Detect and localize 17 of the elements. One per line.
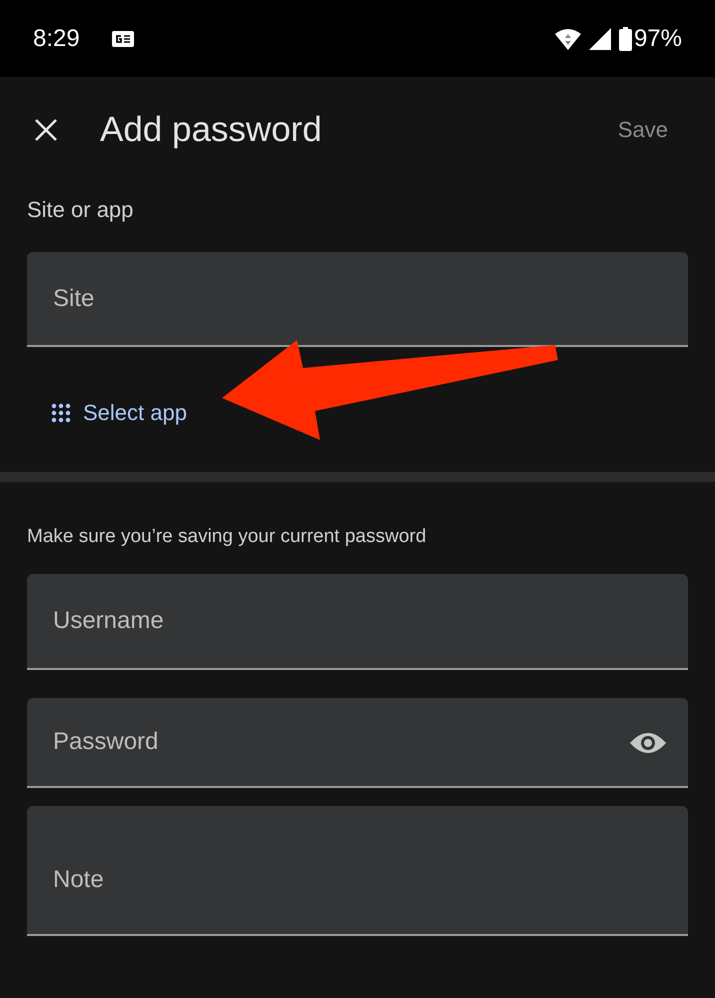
screen-title: Add password <box>100 110 322 150</box>
site-field[interactable]: Site <box>27 252 688 347</box>
battery-level: 97% <box>634 24 682 52</box>
select-app-button[interactable]: Select app <box>51 396 187 430</box>
battery-icon <box>618 26 632 50</box>
wifi-icon <box>554 28 581 50</box>
eye-icon[interactable] <box>629 731 667 755</box>
note-field[interactable]: Note <box>27 806 688 936</box>
grid-icon <box>51 403 71 423</box>
section-label: Site or app <box>27 197 134 223</box>
news-icon <box>112 30 134 46</box>
status-time: 8:29 <box>33 24 80 52</box>
hint-text: Make sure you’re saving your current password <box>27 526 426 548</box>
username-field[interactable]: Username <box>27 574 688 670</box>
close-icon[interactable] <box>34 118 58 142</box>
signal-icon <box>588 28 611 50</box>
password-field[interactable]: Password <box>27 698 688 788</box>
